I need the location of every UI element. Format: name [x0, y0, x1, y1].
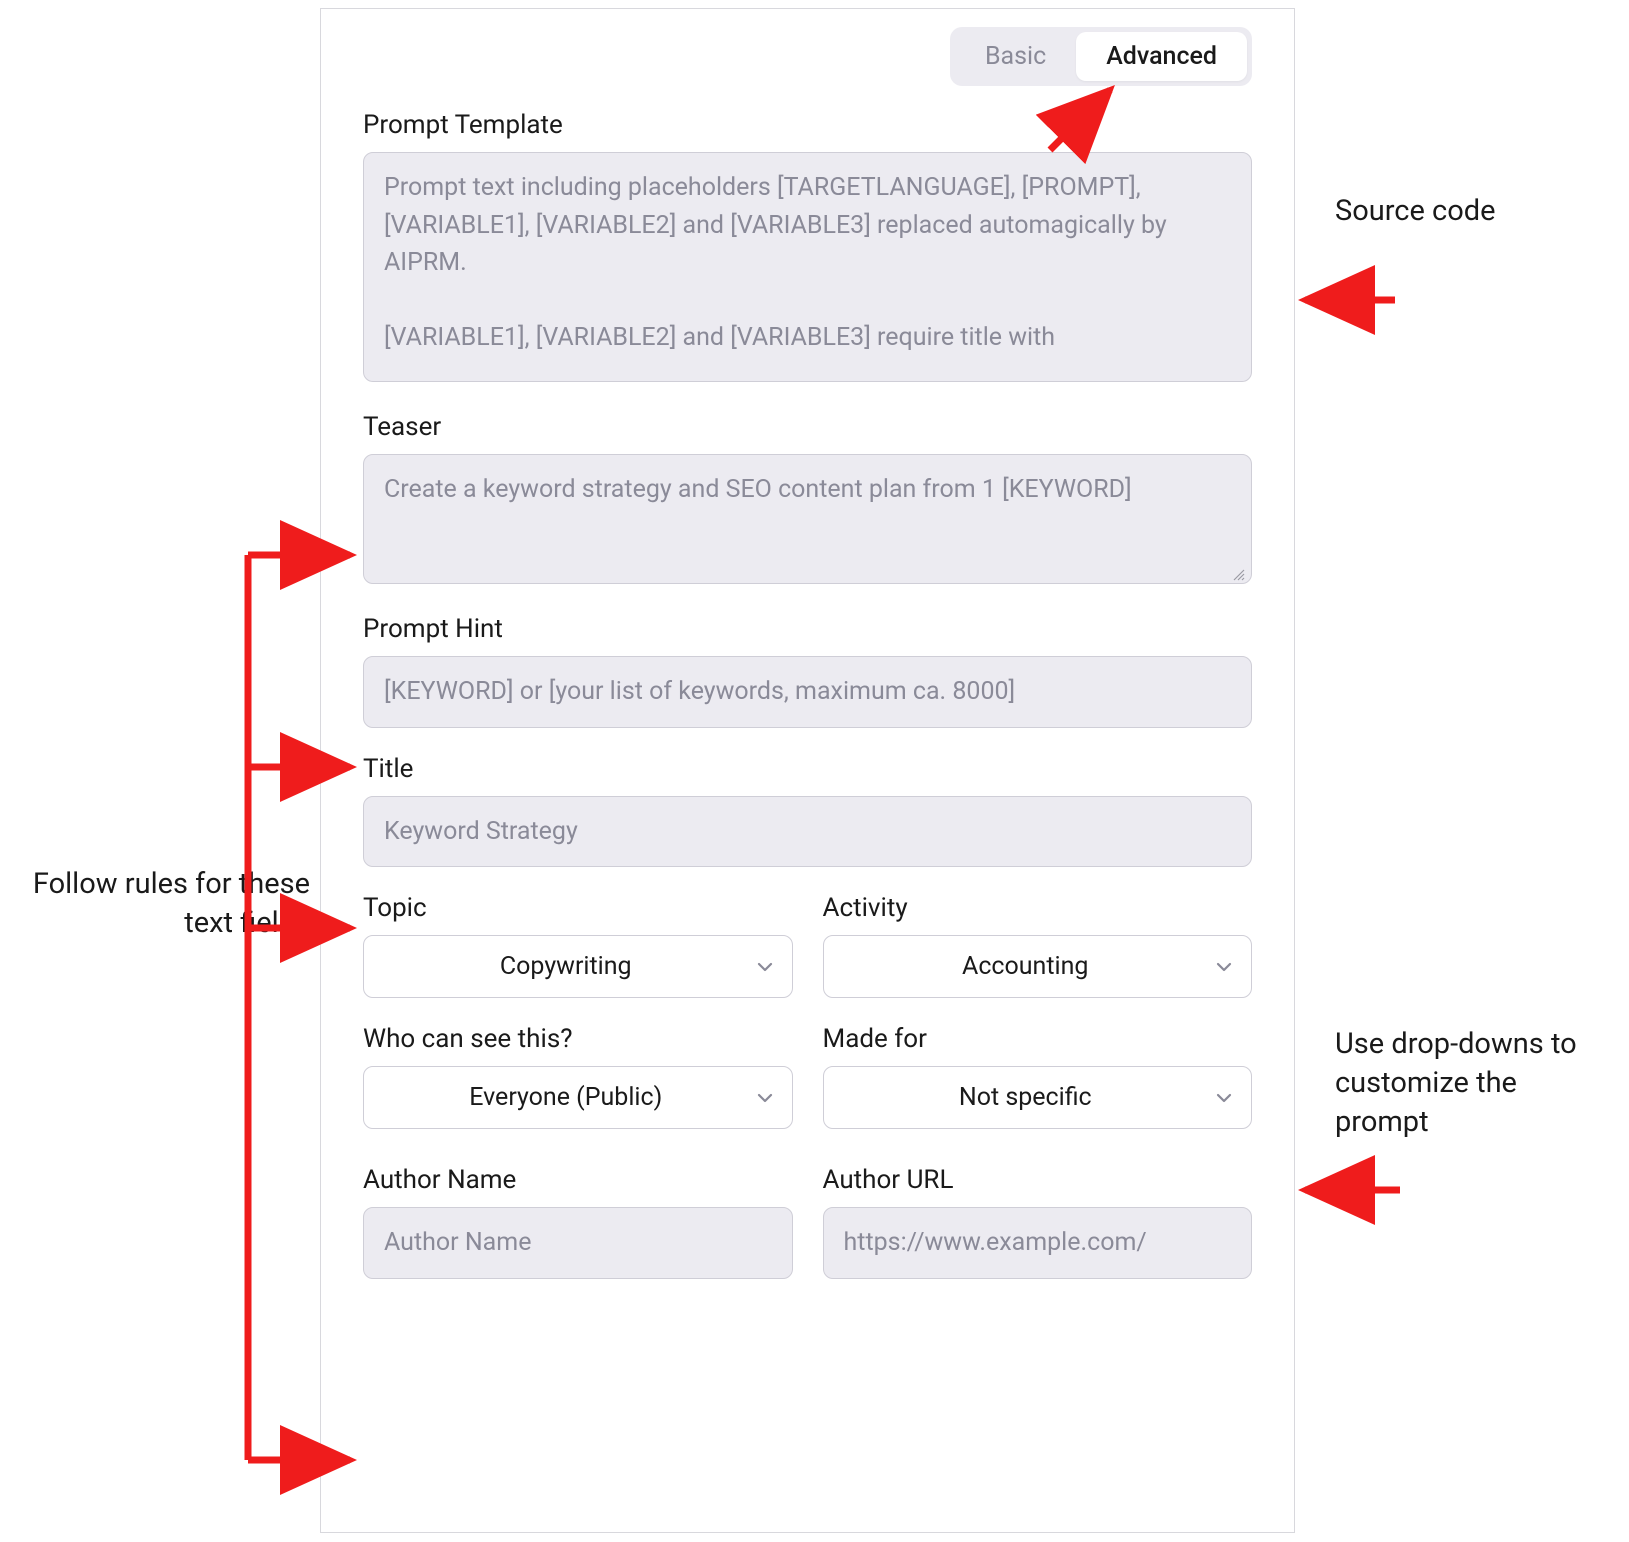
label-prompt-hint: Prompt Hint: [363, 614, 1252, 644]
label-topic: Topic: [363, 893, 793, 923]
prompt-hint-input[interactable]: [363, 656, 1252, 728]
prompt-template-textarea[interactable]: [363, 152, 1252, 382]
label-visibility: Who can see this?: [363, 1024, 793, 1054]
tab-advanced[interactable]: Advanced: [1076, 32, 1247, 81]
activity-select[interactable]: Accounting: [823, 935, 1253, 998]
tab-group: Basic Advanced: [950, 27, 1252, 86]
form-panel: Basic Advanced Prompt Template Teaser Pr…: [320, 8, 1295, 1533]
tab-basic[interactable]: Basic: [955, 32, 1076, 81]
author-name-input[interactable]: [363, 1207, 793, 1279]
author-url-input[interactable]: [823, 1207, 1253, 1279]
tab-row: Basic Advanced: [363, 27, 1252, 86]
label-author-name: Author Name: [363, 1165, 793, 1195]
label-teaser: Teaser: [363, 412, 1252, 442]
teaser-textarea[interactable]: [363, 454, 1252, 584]
label-author-url: Author URL: [823, 1165, 1253, 1195]
label-made-for: Made for: [823, 1024, 1253, 1054]
label-prompt-template: Prompt Template: [363, 110, 1252, 140]
made-for-select[interactable]: Not specific: [823, 1066, 1253, 1129]
label-activity: Activity: [823, 893, 1253, 923]
title-input[interactable]: [363, 796, 1252, 868]
topic-select[interactable]: Copywriting: [363, 935, 793, 998]
visibility-select[interactable]: Everyone (Public): [363, 1066, 793, 1129]
label-title: Title: [363, 754, 1252, 784]
annotation-use-dropdowns: Use drop-downs to customize the prompt: [1335, 1025, 1615, 1142]
annotation-follow-rules: Follow rules for these text fields: [20, 865, 310, 943]
annotation-source-code: Source code: [1335, 192, 1595, 231]
